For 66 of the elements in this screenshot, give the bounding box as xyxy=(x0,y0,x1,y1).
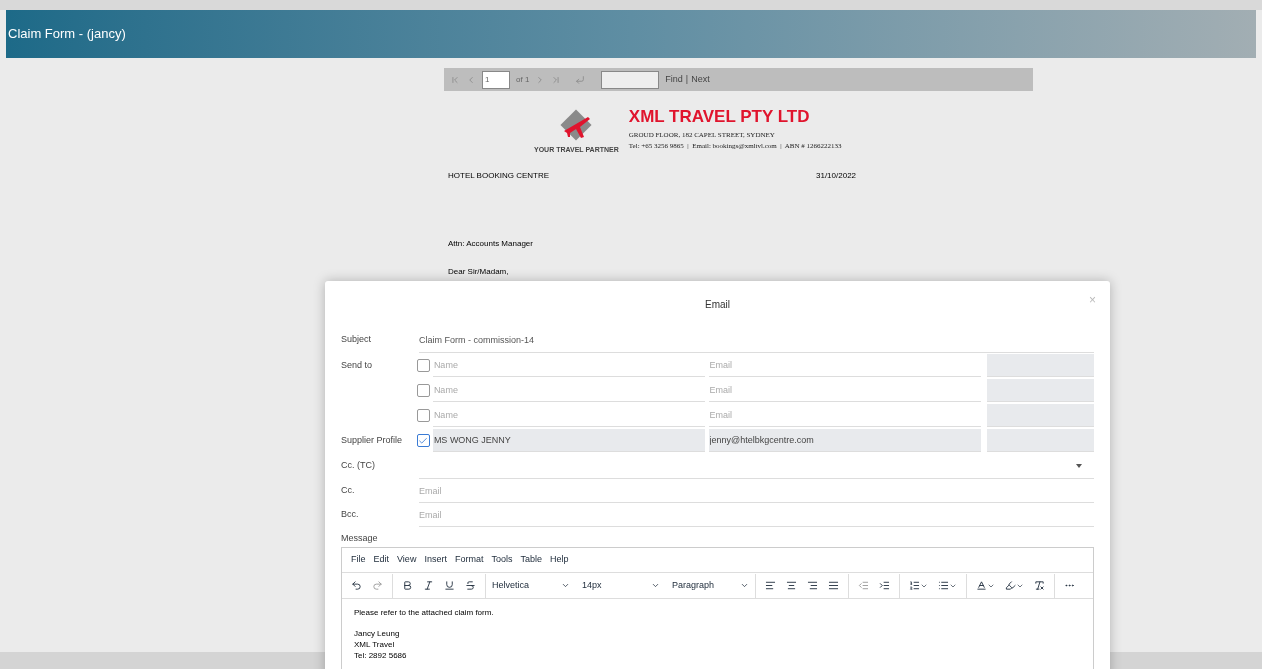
menu-item[interactable]: File xyxy=(351,553,366,567)
menu-item[interactable]: Table xyxy=(520,553,542,567)
menu-item[interactable]: Format xyxy=(454,553,484,567)
attention-line: Attn: Accounts Manager xyxy=(447,237,534,250)
field-label: Supplier Profile xyxy=(341,434,403,445)
field-label: Subject xyxy=(341,333,373,347)
underline-icon xyxy=(444,580,455,591)
font-select[interactable]: Helvetica xyxy=(486,573,576,598)
field-label: Cc. xyxy=(341,484,356,498)
outdent-icon xyxy=(858,580,869,591)
menu-item[interactable]: View xyxy=(397,553,417,567)
email-field[interactable]: Email xyxy=(419,503,1094,527)
field-label: Cc. (TC) xyxy=(341,459,376,473)
find-field[interactable] xyxy=(601,70,660,89)
message-text: Please refer to the attached claim form. xyxy=(354,607,495,618)
company-name: XML TRAVEL PTY LTD xyxy=(628,107,811,127)
separator-text: | xyxy=(685,72,689,86)
redo-icon xyxy=(372,580,383,591)
chevron-down-icon xyxy=(651,581,660,590)
align-right-icon xyxy=(807,580,818,591)
signature-line: Tel: 2892 5686 xyxy=(354,650,408,661)
menu-item[interactable]: Tools xyxy=(491,553,513,567)
align-left-icon xyxy=(765,580,776,591)
size-select[interactable]: 14px xyxy=(576,573,666,598)
page-number-field[interactable]: 1 xyxy=(482,70,510,89)
align-center-icon xyxy=(786,580,797,591)
highlighter-icon xyxy=(1005,580,1016,591)
checkbox[interactable] xyxy=(416,409,430,422)
bold-icon xyxy=(402,580,413,591)
signature-line: Jancy Leung xyxy=(354,628,401,639)
menu-item[interactable]: Help xyxy=(549,553,569,567)
signature-line: XML Travel xyxy=(354,639,396,650)
checkbox[interactable] xyxy=(416,434,430,447)
chevron-down-icon xyxy=(740,581,749,590)
bullet-list-icon xyxy=(938,580,949,591)
menu-item[interactable]: Edit xyxy=(373,553,390,567)
email-field[interactable]: Email xyxy=(419,479,1094,503)
dialog-title: Email xyxy=(705,297,730,312)
next-link[interactable]: Next xyxy=(691,72,710,87)
chevron-down-icon xyxy=(561,581,570,590)
check-icon xyxy=(418,435,429,446)
find-link[interactable]: Find xyxy=(665,72,683,87)
email-field[interactable]: jenny@htelbkgcentre.com xyxy=(708,429,982,452)
field-label: Bcc. xyxy=(341,508,360,522)
name-field[interactable]: MS WONG JENNY xyxy=(432,429,705,452)
field-label: Send to xyxy=(341,359,373,370)
numbered-list-icon xyxy=(909,580,920,591)
block-select[interactable]: Paragraph xyxy=(666,573,756,598)
checkbox[interactable] xyxy=(416,384,430,397)
indent-icon xyxy=(879,580,890,591)
subject-field[interactable]: Claim Form - commission-14 xyxy=(419,327,1094,353)
recipient-name: HOTEL BOOKING CENTRE xyxy=(448,169,551,182)
letter-date: 31/10/2022 xyxy=(816,169,857,182)
page-count: of 1 xyxy=(516,73,530,86)
checkbox[interactable] xyxy=(416,359,430,372)
clear-formatting-icon xyxy=(1034,580,1045,591)
page-title: Claim Form - (jancy) xyxy=(7,25,126,44)
text-color-icon xyxy=(976,580,987,591)
justify-icon xyxy=(828,580,839,591)
greeting: Dear Sir/Madam, xyxy=(447,265,510,278)
field-label: Message xyxy=(341,531,378,545)
strikethrough-icon xyxy=(465,580,476,591)
undo-icon xyxy=(351,580,362,591)
menu-item[interactable]: Insert xyxy=(424,553,447,567)
dropdown-caret-icon xyxy=(1076,463,1082,468)
italic-icon xyxy=(423,580,434,591)
